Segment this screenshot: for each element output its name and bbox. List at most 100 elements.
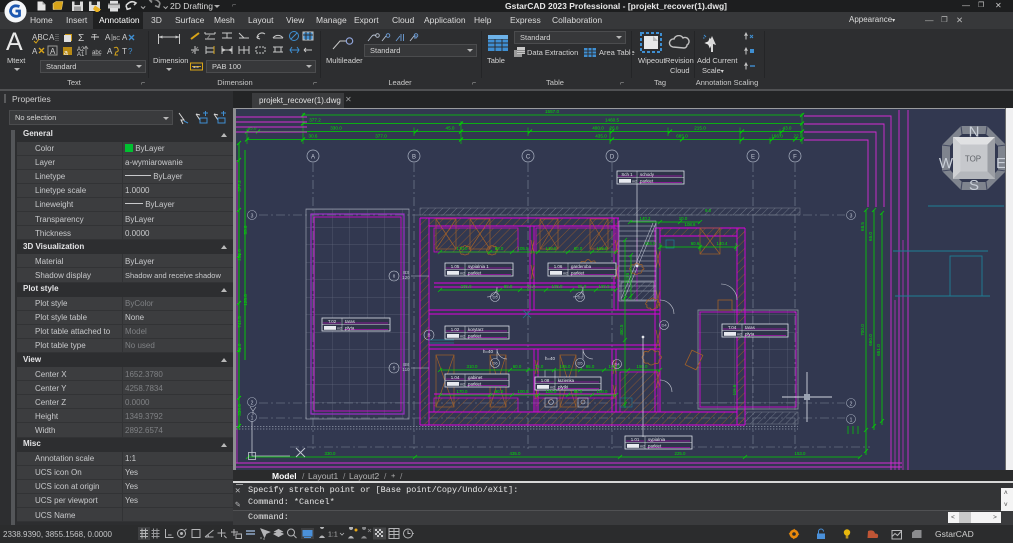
svg-text:377.0: 377.0 xyxy=(375,134,387,139)
svg-text:m2: m2 xyxy=(737,332,742,336)
svg-text:a: a xyxy=(64,50,68,57)
svg-text:377.2: 377.2 xyxy=(237,180,242,192)
svg-text:68.5: 68.5 xyxy=(860,222,865,231)
svg-text:parkiet: parkiet xyxy=(468,271,482,276)
svg-text:95.0: 95.0 xyxy=(578,284,587,289)
svg-text:60.0: 60.0 xyxy=(513,364,522,369)
svg-text:235.0: 235.0 xyxy=(461,284,473,289)
svg-text:A: A xyxy=(49,33,55,42)
svg-text:2: 2 xyxy=(251,401,254,407)
svg-text:B: B xyxy=(412,155,416,161)
svg-text:170.0: 170.0 xyxy=(457,246,469,251)
svg-text:76.0: 76.0 xyxy=(535,364,544,369)
svg-text:schody: schody xyxy=(640,172,655,177)
svg-text:1:1: 1:1 xyxy=(328,532,338,539)
svg-text:170.0: 170.0 xyxy=(457,389,469,394)
svg-text:225.0: 225.0 xyxy=(675,451,687,456)
svg-text:taras: taras xyxy=(745,325,756,330)
svg-text:45.0: 45.0 xyxy=(248,126,257,131)
svg-text:C: C xyxy=(526,155,531,161)
svg-text:43.0: 43.0 xyxy=(783,126,792,131)
svg-text:100.0: 100.0 xyxy=(609,364,621,369)
svg-text:450.5: 450.5 xyxy=(619,324,624,336)
svg-text:⊷: ⊷ xyxy=(193,65,199,71)
svg-text:TOP: TOP xyxy=(965,155,981,164)
svg-text:D4: D4 xyxy=(661,323,667,328)
svg-text:140.2: 140.2 xyxy=(640,216,652,221)
svg-text:D5: D5 xyxy=(492,295,498,300)
svg-text:155.0: 155.0 xyxy=(597,246,609,251)
svg-text:90.0: 90.0 xyxy=(237,343,242,352)
svg-text:A: A xyxy=(311,155,315,161)
svg-text:76.0: 76.0 xyxy=(527,284,536,289)
svg-text:30.6: 30.6 xyxy=(309,134,318,139)
svg-text:60.0: 60.0 xyxy=(574,246,583,251)
svg-text:D3: D3 xyxy=(577,295,583,300)
svg-text:130.0: 130.0 xyxy=(546,246,558,251)
svg-text:T.04: T.04 xyxy=(728,325,737,330)
svg-text:m2: m2 xyxy=(460,334,465,338)
svg-text:ABC: ABC xyxy=(32,33,49,42)
svg-text:m2: m2 xyxy=(640,444,645,448)
svg-text:1.08: 1.08 xyxy=(541,378,550,383)
svg-text:1: 1 xyxy=(251,416,254,422)
svg-text:1557.0: 1557.0 xyxy=(545,109,559,114)
svg-text:A: A xyxy=(122,33,128,42)
svg-text:A: A xyxy=(107,47,113,56)
svg-text:parkiet: parkiet xyxy=(648,444,662,449)
svg-text:F: F xyxy=(793,155,797,161)
svg-text:?: ? xyxy=(128,47,133,56)
svg-text:435.0: 435.0 xyxy=(510,451,522,456)
svg-text:D5: D5 xyxy=(577,361,583,366)
svg-text:105.0: 105.0 xyxy=(560,364,572,369)
svg-text:55.0: 55.0 xyxy=(243,225,248,234)
svg-text:742.5: 742.5 xyxy=(237,316,242,328)
svg-text:119.5: 119.5 xyxy=(625,272,630,283)
svg-text:400.0: 400.0 xyxy=(592,126,604,131)
svg-text:150.0: 150.0 xyxy=(637,364,649,369)
svg-text:m2: m2 xyxy=(460,271,465,275)
svg-text:10.0: 10.0 xyxy=(679,216,688,221)
svg-text:h=40: h=40 xyxy=(545,356,555,361)
svg-text:m2: m2 xyxy=(460,382,465,386)
svg-text:m2: m2 xyxy=(337,326,342,330)
svg-text:m2: m2 xyxy=(632,179,637,183)
svg-text:700.0: 700.0 xyxy=(860,324,865,336)
svg-text:115.5: 115.5 xyxy=(732,384,737,395)
svg-text:B: B xyxy=(427,333,430,338)
svg-text:A1: A1 xyxy=(77,52,85,58)
svg-text:A: A xyxy=(105,33,111,42)
svg-text:651.0: 651.0 xyxy=(876,344,881,356)
svg-text:45.0: 45.0 xyxy=(446,126,455,131)
svg-text:łazienka: łazienka xyxy=(558,378,575,383)
svg-text:330.0: 330.0 xyxy=(237,404,242,416)
svg-text:100.0: 100.0 xyxy=(597,389,609,394)
svg-text:sypialnia 1: sypialnia 1 xyxy=(468,264,489,269)
svg-text:taras: taras xyxy=(345,319,356,324)
svg-text:22.0: 22.0 xyxy=(794,134,803,139)
svg-text:215.0: 215.0 xyxy=(694,126,706,131)
svg-text:T.02: T.02 xyxy=(328,319,337,324)
svg-text:A: A xyxy=(32,47,38,56)
svg-text:A: A xyxy=(50,47,56,56)
svg-text:E: E xyxy=(751,155,755,161)
svg-text:3: 3 xyxy=(850,214,853,220)
svg-text:140.4: 140.4 xyxy=(717,241,729,246)
svg-text:1460.5: 1460.5 xyxy=(605,118,619,123)
svg-text:W: W xyxy=(939,155,954,172)
svg-text:3: 3 xyxy=(251,214,254,220)
svg-text:110: 110 xyxy=(402,367,410,372)
svg-text:660.0: 660.0 xyxy=(868,334,873,346)
svg-text:parkiet: parkiet xyxy=(640,179,654,184)
svg-text:100.0: 100.0 xyxy=(518,389,530,394)
svg-text:h=40: h=40 xyxy=(483,349,493,354)
svg-text:E: E xyxy=(996,155,1005,172)
svg-text:D: D xyxy=(610,155,615,161)
svg-text:1.06: 1.06 xyxy=(554,264,563,269)
svg-text:424.0: 424.0 xyxy=(645,241,657,246)
svg-text:korytarz: korytarz xyxy=(468,327,484,332)
svg-text:parkiet: parkiet xyxy=(468,382,482,387)
svg-text:310.0: 310.0 xyxy=(467,364,479,369)
svg-text:1: 1 xyxy=(850,418,853,424)
svg-text:95.0: 95.0 xyxy=(574,389,583,394)
